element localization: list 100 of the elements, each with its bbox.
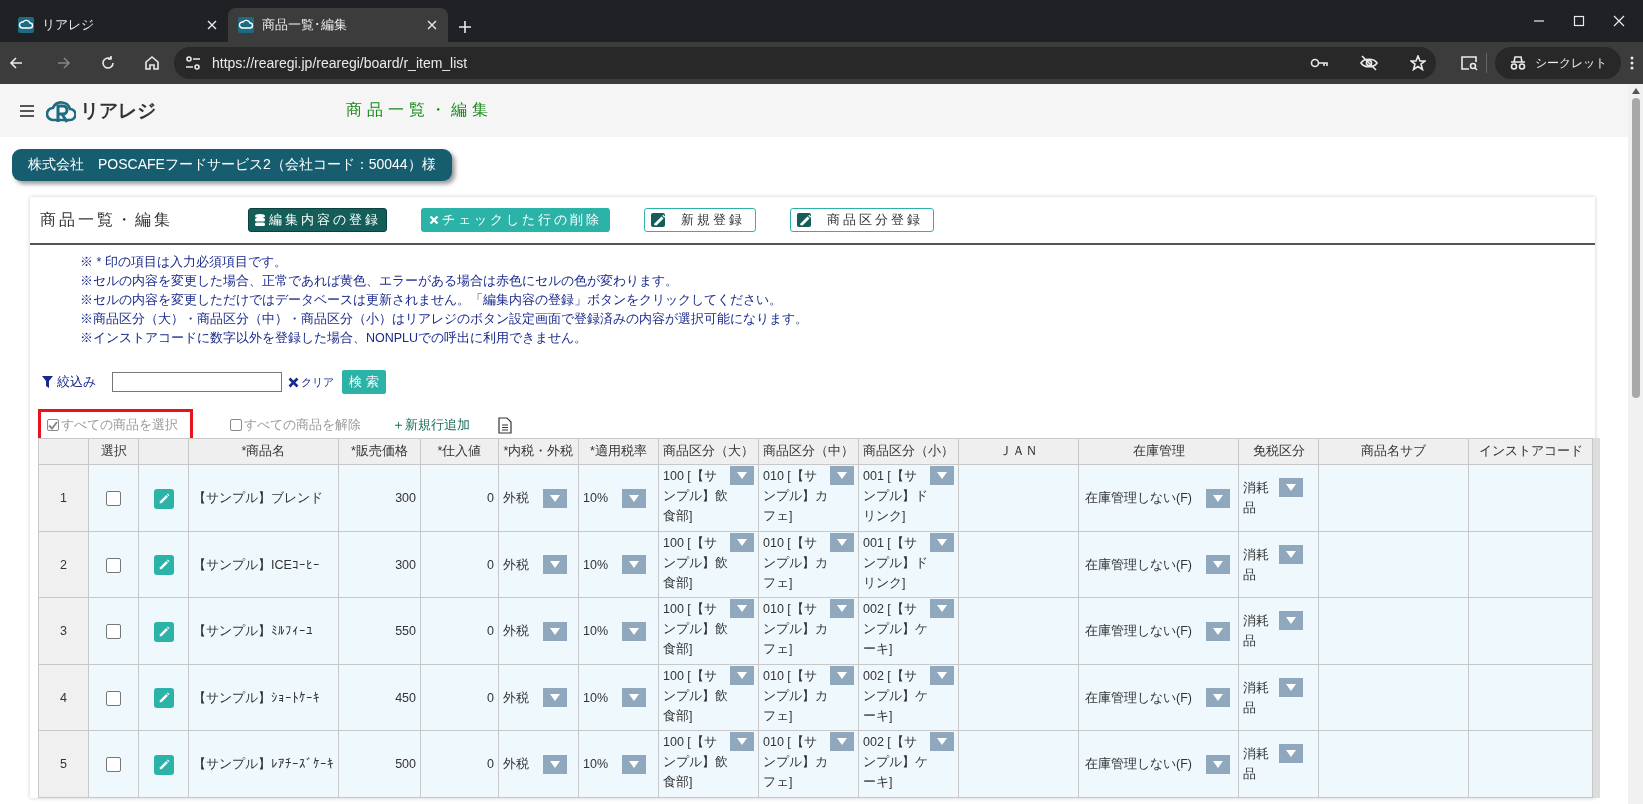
dropdown-button[interactable]: [830, 599, 854, 619]
column-header: ＪＡＮ: [958, 438, 1079, 465]
eye-off-icon[interactable]: [1360, 55, 1378, 71]
menu-dots-icon[interactable]: [1629, 55, 1635, 71]
tax-type-text: 外税: [503, 556, 529, 574]
clear-link[interactable]: クリア: [288, 374, 334, 390]
logo-text: リアレジ: [80, 98, 156, 123]
tax-type-text: 外税: [503, 756, 529, 774]
dropdown-button[interactable]: [730, 665, 754, 685]
browser-tab[interactable]: 商品一覧･編集: [228, 8, 448, 42]
dropdown-button[interactable]: [622, 754, 647, 774]
column-header: *内税・外税: [498, 438, 579, 465]
column-header: 商品名サブ: [1318, 438, 1469, 465]
maximize-icon[interactable]: [1573, 15, 1585, 27]
close-icon[interactable]: [426, 19, 438, 31]
menu-icon[interactable]: [20, 104, 34, 117]
edit-button[interactable]: [153, 555, 174, 575]
column-header: 商品区分（小）: [858, 438, 959, 465]
edit-button[interactable]: [153, 488, 174, 509]
dropdown-button[interactable]: [1205, 754, 1230, 774]
site-icon: [238, 17, 254, 33]
pencil-icon: [651, 213, 665, 227]
dropdown-button[interactable]: [1279, 744, 1303, 764]
incognito-icon: [1509, 56, 1527, 70]
close-icon[interactable]: [206, 19, 218, 31]
dropdown-button[interactable]: [543, 488, 567, 508]
dropdown-button[interactable]: [622, 555, 647, 575]
dropdown-button[interactable]: [730, 732, 754, 752]
stock-text: 在庫管理しない(F): [1085, 689, 1192, 707]
dropdown-button[interactable]: [830, 732, 854, 752]
close-icon[interactable]: [1613, 15, 1625, 27]
scrollbar[interactable]: [1628, 84, 1643, 804]
column-header: インストアコード: [1468, 438, 1593, 465]
dropdown-button[interactable]: [730, 532, 754, 552]
edit-button[interactable]: [153, 688, 174, 709]
dropdown-button[interactable]: [1205, 621, 1230, 641]
table-cell: 0: [420, 730, 499, 798]
dropdown-button[interactable]: [543, 754, 567, 774]
dropdown-button[interactable]: [930, 466, 954, 486]
duty-free-text: 消耗品: [1243, 480, 1270, 518]
new-tab-icon[interactable]: [458, 20, 472, 34]
category-text: 100 [【サンプル】飲食部]: [663, 734, 728, 792]
incognito-button[interactable]: シークレット: [1495, 47, 1621, 79]
dropdown-button[interactable]: [543, 688, 567, 708]
register-button[interactable]: 商品区分登録: [790, 208, 934, 232]
add-row-link[interactable]: ＋新規行追加: [392, 416, 470, 434]
row-checkbox[interactable]: [106, 624, 121, 640]
duty-free-text: 消耗品: [1243, 746, 1270, 784]
key-icon[interactable]: [1310, 57, 1328, 69]
document-icon[interactable]: [498, 416, 512, 434]
dropdown-button[interactable]: [730, 466, 754, 486]
column-header: *仕入値: [420, 438, 499, 465]
back-icon[interactable]: [8, 55, 24, 71]
dropdown-button[interactable]: [622, 488, 647, 508]
scroll-thumb[interactable]: [1631, 98, 1640, 398]
dropdown-button[interactable]: [730, 599, 754, 619]
category-text: 001 [【サンプル】ドリンク]: [863, 468, 928, 526]
stock-text: 在庫管理しない(F): [1085, 623, 1192, 641]
category-text: 010 [【サンプル】カフェ]: [763, 468, 828, 526]
dropdown-button[interactable]: [930, 665, 954, 685]
duty-free-text: 消耗品: [1243, 613, 1270, 651]
table-cell: 500: [338, 730, 421, 798]
note-text: ※ * 印の項目は入力必須項目です。: [80, 254, 288, 271]
table-cell: 300: [338, 464, 421, 532]
dropdown-button[interactable]: [1205, 555, 1230, 575]
dropdown-button[interactable]: [830, 466, 854, 486]
register-button[interactable]: 新規登録: [644, 208, 756, 232]
save-button[interactable]: 編集内容の登録: [248, 208, 387, 232]
tab-search-icon[interactable]: [1460, 55, 1478, 71]
dropdown-button[interactable]: [930, 732, 954, 752]
dropdown-button[interactable]: [1205, 488, 1230, 508]
dropdown-button[interactable]: [1279, 478, 1303, 498]
star-icon[interactable]: [1410, 55, 1426, 71]
dropdown-button[interactable]: [622, 621, 647, 641]
dropdown-button[interactable]: [543, 555, 567, 575]
row-checkbox[interactable]: [106, 491, 121, 507]
dropdown-button[interactable]: [830, 665, 854, 685]
dropdown-button[interactable]: [1205, 688, 1230, 708]
dropdown-button[interactable]: [1279, 611, 1303, 631]
reload-icon[interactable]: [100, 55, 116, 71]
dropdown-button[interactable]: [543, 621, 567, 641]
row-checkbox[interactable]: [106, 557, 121, 573]
dropdown-button[interactable]: [1279, 677, 1303, 697]
dropdown-button[interactable]: [622, 688, 647, 708]
browser-tab[interactable]: リアレジ: [8, 8, 228, 42]
table-cell: 【サンプル】ブレンド: [188, 464, 339, 532]
table-cell: 【サンプル】ﾐﾙﾌｨｰﾕ: [188, 597, 339, 665]
dropdown-button[interactable]: [930, 532, 954, 552]
dropdown-button[interactable]: [930, 599, 954, 619]
scroll-up-icon: [1631, 88, 1640, 94]
dropdown-button[interactable]: [830, 532, 854, 552]
site-settings-icon[interactable]: [184, 55, 202, 71]
dropdown-button[interactable]: [1279, 544, 1303, 564]
forward-icon[interactable]: [56, 55, 72, 71]
edit-button[interactable]: [153, 754, 174, 775]
filter-field[interactable]: [112, 372, 282, 392]
row-checkbox[interactable]: [106, 757, 121, 773]
home-icon[interactable]: [144, 55, 160, 71]
edit-button[interactable]: [153, 621, 174, 642]
row-checkbox[interactable]: [106, 690, 121, 706]
